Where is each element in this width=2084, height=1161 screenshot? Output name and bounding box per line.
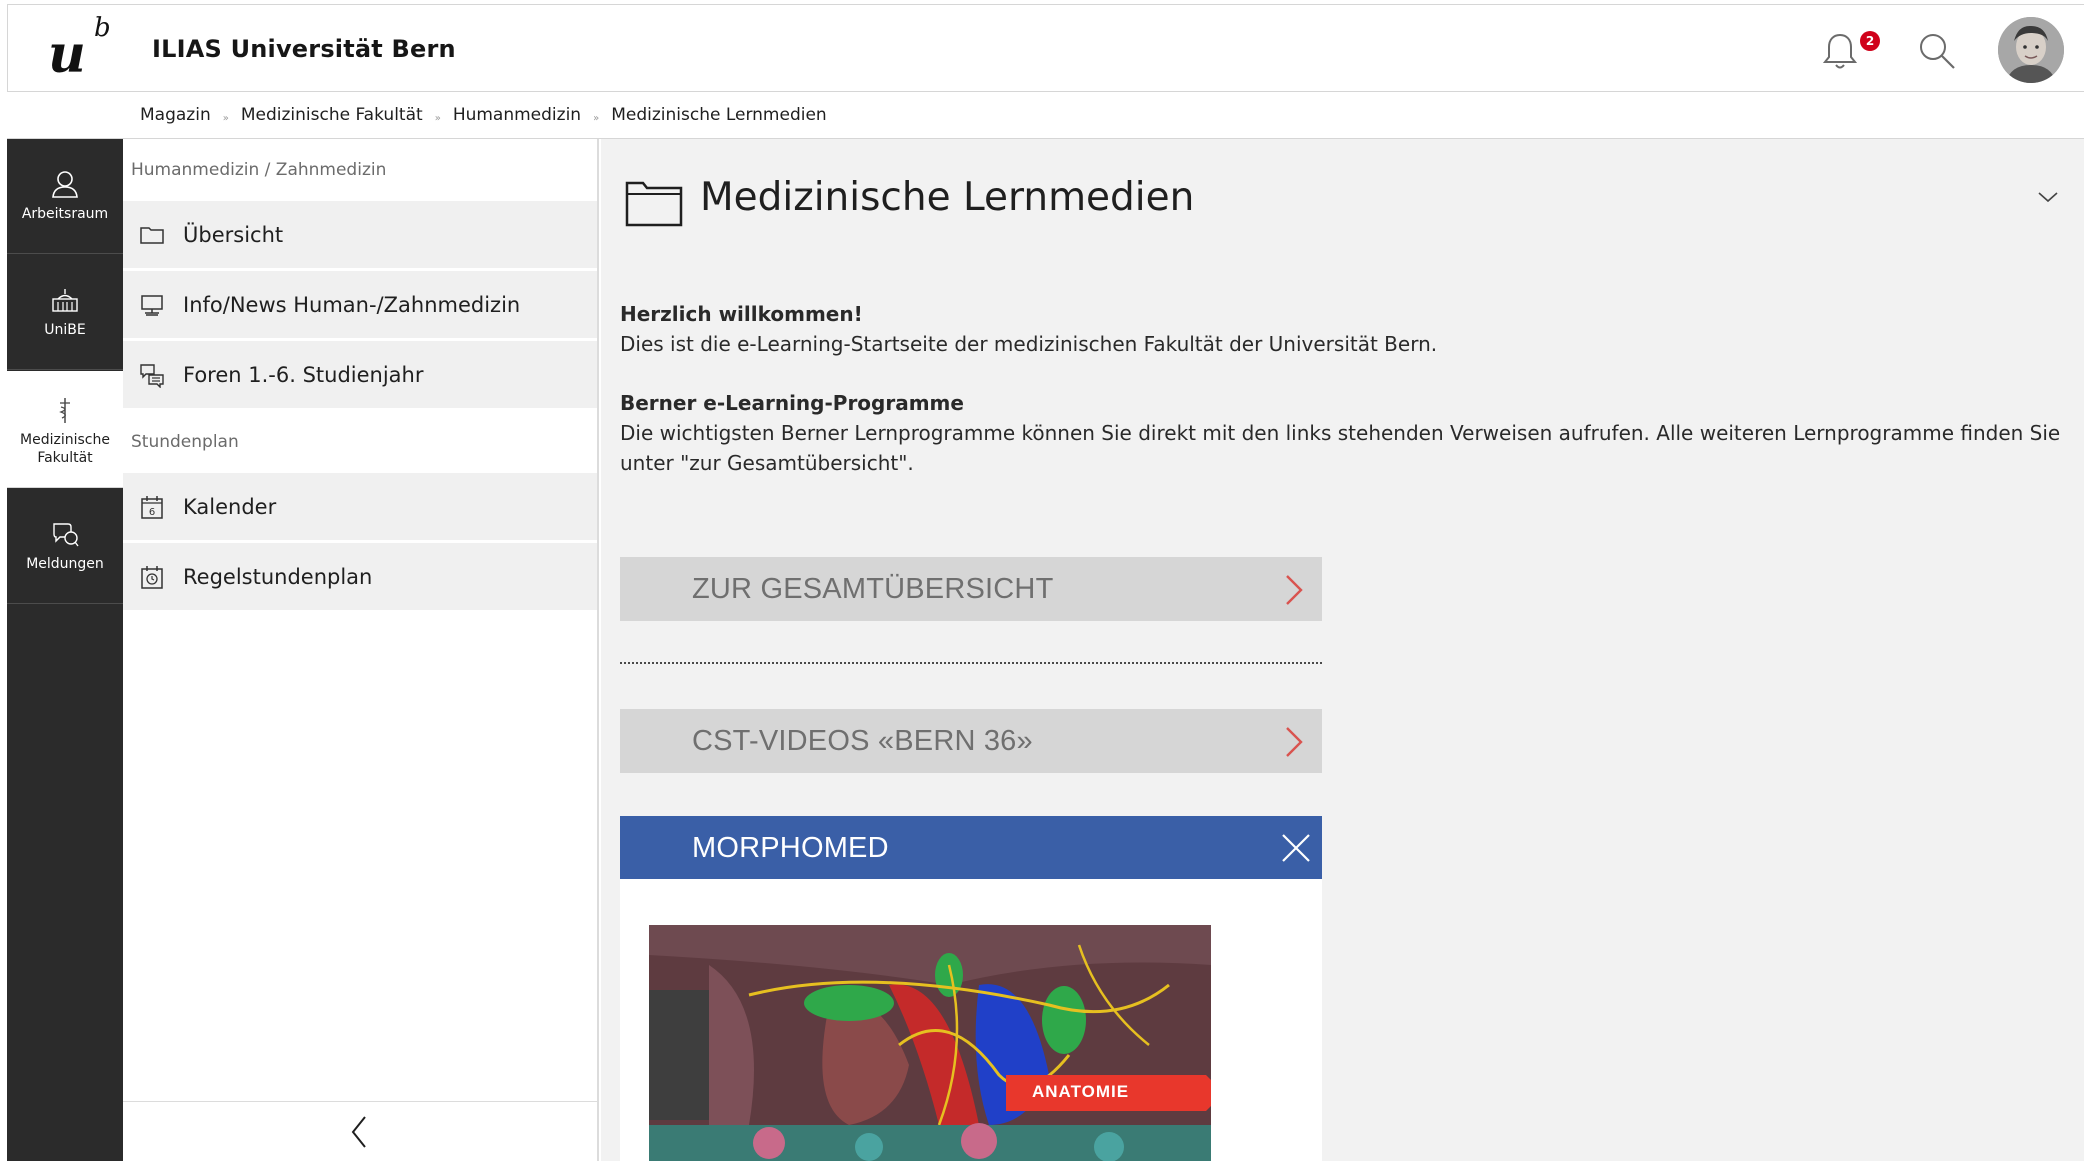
accordion-label: MORPHOMED <box>692 832 889 864</box>
chevron-right-icon <box>1286 727 1303 757</box>
slate-collapse-button[interactable] <box>123 1101 597 1161</box>
chevron-left-icon <box>351 1116 366 1148</box>
slate-item-label: Info/News Human-/Zahnmedizin <box>183 292 521 317</box>
mainbar-item-medizinische-fakultaet[interactable]: Medizinische Fakultät <box>7 371 123 488</box>
welcome-text: Dies ist die e-Learning-Startseite der m… <box>620 332 1438 356</box>
mainbar-item-meldungen[interactable]: Meldungen <box>7 489 123 604</box>
folder-icon <box>140 226 164 244</box>
accordion-morphomed[interactable]: MORPHOMED <box>620 816 1322 880</box>
mainbar-label: UniBE <box>44 322 86 338</box>
anatomie-tag-label: ANATOMIE <box>1032 1082 1130 1101</box>
breadcrumb-link-humanmedizin[interactable]: Humanmedizin <box>453 105 581 125</box>
slate-item-kalender[interactable]: 6 Kalender <box>123 473 597 543</box>
slate-item-info-news[interactable]: Info/News Human-/Zahnmedizin <box>123 271 597 341</box>
programs-heading: Berner e-Learning-Programme <box>620 391 964 415</box>
divider <box>620 662 1322 664</box>
breadcrumb-link-lernmedien[interactable]: Medizinische Lernmedien <box>611 105 827 125</box>
mainbar-label: Medizinische Fakultät <box>20 432 110 466</box>
mainbar-label: Arbeitsraum <box>21 206 109 222</box>
breadcrumb-link-magazin[interactable]: Magazin <box>140 105 211 125</box>
welcome-heading: Herzlich willkommen! <box>620 302 863 326</box>
breadcrumb: Magazin » Medizinische Fakultät » Humanmed… <box>7 93 2084 139</box>
breadcrumb-separator: » <box>434 112 441 124</box>
avatar-image <box>1998 17 2064 83</box>
breadcrumb-link-fakultaet[interactable]: Medizinische Fakultät <box>241 105 423 125</box>
main-content: Medizinische Lernmedien Herzlich willkom… <box>601 139 2084 1161</box>
programs-text: Die wichtigsten Berner Lernprogramme kön… <box>620 421 2061 475</box>
slate-item-uebersicht[interactable]: Übersicht <box>123 201 597 271</box>
intro-text: Herzlich willkommen! Dies ist die e-Lear… <box>620 299 2070 478</box>
slate-item-foren[interactable]: Foren 1.-6. Studienjahr <box>123 341 597 411</box>
user-icon <box>52 171 78 198</box>
slate-section-title: Stundenplan <box>131 432 239 452</box>
breadcrumb-item[interactable]: Magazin » <box>140 105 241 125</box>
mainbar-item-unibe[interactable]: UniBE <box>7 255 123 370</box>
notification-badge: 2 <box>1860 31 1880 51</box>
mainbar-label: Meldungen <box>26 556 104 572</box>
slate-item-label: Regelstundenplan <box>183 564 373 589</box>
building-icon <box>52 289 78 312</box>
accordion-body-morphomed: ANATOMIE <box>620 879 1322 1161</box>
board-icon <box>141 294 163 316</box>
schedule-icon <box>141 565 163 589</box>
close-icon[interactable] <box>1280 832 1312 864</box>
page-title: Medizinische Lernmedien <box>700 175 1195 220</box>
mainbar-item-arbeitsraum[interactable]: Arbeitsraum <box>7 139 123 254</box>
slate-item-label: Kalender <box>183 494 277 519</box>
breadcrumb-item[interactable]: Medizinische Lernmedien <box>611 105 827 125</box>
logo-letter: u <box>48 24 86 85</box>
slate-item-label: Foren 1.-6. Studienjahr <box>183 362 424 387</box>
accordion-label: CST-VIDEOS «BERN 36» <box>692 725 1033 757</box>
unibe-logo[interactable]: u b <box>42 15 112 83</box>
slate-panel: Humanmedizin / Zahnmedizin Übersicht Inf… <box>123 139 599 1161</box>
main-bar: Arbeitsraum UniBE Medizinische Fakultät … <box>7 139 123 1161</box>
chevron-down-icon[interactable] <box>2036 187 2060 207</box>
breadcrumb-separator: » <box>222 112 229 124</box>
folder-icon <box>625 181 683 227</box>
notifications-button[interactable] <box>1818 29 1862 73</box>
accordion-cst-videos[interactable]: CST-VIDEOS «BERN 36» <box>620 709 1322 773</box>
calendar-icon: 6 <box>141 495 163 519</box>
page-header: u b ILIAS Universität Bern 2 <box>7 4 2084 92</box>
user-avatar[interactable] <box>1998 17 2064 83</box>
search-button[interactable] <box>1915 29 1959 73</box>
chevron-right-icon <box>1286 575 1303 605</box>
slate-section-title: Humanmedizin / Zahnmedizin <box>131 160 387 180</box>
slate-item-regelstundenplan[interactable]: Regelstundenplan <box>123 543 597 613</box>
anatomie-tag[interactable]: ANATOMIE <box>1006 1075 1211 1111</box>
bell-icon <box>1822 33 1858 69</box>
forum-icon <box>140 363 164 388</box>
calendar-day: 6 <box>149 507 155 518</box>
site-title[interactable]: ILIAS Universität Bern <box>152 35 456 63</box>
caduceus-icon <box>59 398 70 423</box>
chat-icon <box>53 523 79 547</box>
search-icon <box>1920 34 1955 69</box>
morphomed-banner-image[interactable]: ANATOMIE <box>649 925 1211 1161</box>
breadcrumb-separator: » <box>593 112 600 124</box>
slate-item-label: Übersicht <box>183 222 284 247</box>
logo-superscript: b <box>94 13 111 43</box>
breadcrumb-item[interactable]: Medizinische Fakultät » <box>241 105 453 125</box>
breadcrumb-item[interactable]: Humanmedizin » <box>453 105 611 125</box>
accordion-label: ZUR GESAMTÜBERSICHT <box>692 573 1054 605</box>
anatomy-photo <box>649 925 1211 1161</box>
accordion-gesamtuebersicht[interactable]: ZUR GESAMTÜBERSICHT <box>620 557 1322 621</box>
